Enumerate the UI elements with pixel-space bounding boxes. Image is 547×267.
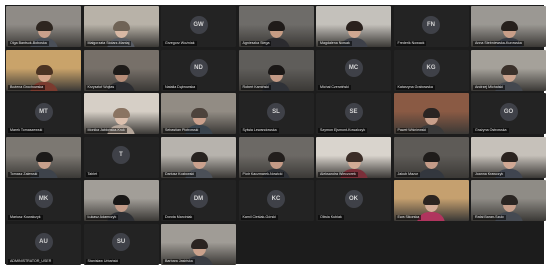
participant-tile[interactable]: Rafał Baran-Szulc xyxy=(471,180,546,221)
participant-tile[interactable]: Magdalena Nowak xyxy=(316,6,391,47)
participant-name-label: Joanna Krawczyk xyxy=(473,171,506,177)
participant-tile[interactable]: GO Grażyna Ostrowska xyxy=(471,93,546,134)
participant-tile[interactable]: Aleksandra Wieczorek xyxy=(316,136,391,178)
participant-name-label: Aleksandra Wieczorek xyxy=(318,171,358,177)
participant-initials-avatar: DM xyxy=(189,189,208,208)
participant-name-label: Ewa Sikorska xyxy=(395,215,422,220)
participant-initials-avatar: GW xyxy=(189,15,208,34)
participant-initials-avatar: OK xyxy=(344,189,363,208)
participant-tile[interactable]: Jakub Mazur xyxy=(393,136,469,178)
participant-initials-avatar: FN xyxy=(422,15,440,34)
participant-name-label: Grzegorz Woźniak xyxy=(163,41,197,46)
participant-name-label: Natalia Dąbrowska xyxy=(163,84,198,90)
participant-tile[interactable]: OK Oliwia Kubiak xyxy=(316,180,391,221)
participant-tile[interactable]: Bożena Grochowska xyxy=(6,49,81,91)
participant-tile[interactable]: Dariusz Kozłowski xyxy=(161,136,236,178)
participant-tile[interactable]: Monika Jabłońska-Kruk xyxy=(83,93,159,134)
participant-name-label: Tablet xyxy=(85,171,100,177)
participant-tile[interactable]: MC Michał Czerwiński xyxy=(316,49,391,91)
participant-tile[interactable]: Olga Bantsuk-Boboska xyxy=(6,6,81,47)
participant-name-label: Andrzej Michalski xyxy=(473,84,505,90)
participant-name-label: Marek Tomaszewski xyxy=(8,128,45,133)
participant-name-label: Mariusz Kowalczyk xyxy=(8,215,43,220)
participant-video-feed xyxy=(416,151,446,178)
participant-tile[interactable]: Barbara Jasińska xyxy=(161,223,236,265)
participant-tile[interactable]: Sebastian Piotrowski xyxy=(161,93,236,134)
participant-tile[interactable]: Łukasz Adamczyk xyxy=(83,180,159,221)
participant-name-label: Małgorzata Stolarz-Mantaj xyxy=(85,41,132,46)
participant-name-label: Piotr Kaczmarek-Nowicki xyxy=(240,171,285,177)
participant-initials-avatar: MK xyxy=(34,189,53,208)
participant-name-label: Robert Kamiński xyxy=(240,84,271,90)
participant-name-label: Oliwia Kubiak xyxy=(318,215,344,220)
participant-name-label: Paweł Wiśniewski xyxy=(395,128,429,133)
participant-tile[interactable]: ND Natalia Dąbrowska xyxy=(161,49,236,91)
participant-name-label: Sylwia Lewandowska xyxy=(240,128,279,133)
participant-name-label: Dariusz Kozłowski xyxy=(163,171,197,177)
participant-tile[interactable]: SL Sylwia Lewandowska xyxy=(238,93,314,134)
participant-initials-avatar: SL xyxy=(267,102,285,121)
participant-name-label: Bożena Grochowska xyxy=(8,84,46,90)
participant-name-label: Katarzyna Grabowska xyxy=(395,84,435,90)
participant-name-label: Rafał Baran-Szulc xyxy=(473,215,506,220)
participant-tile[interactable]: AU ADMINISTRATOR_USER xyxy=(6,223,81,265)
participant-tile[interactable]: MT Marek Tomaszewski xyxy=(6,93,81,134)
participant-tile[interactable]: MK Mariusz Kowalczyk xyxy=(6,180,81,221)
participant-initials-avatar: AU xyxy=(34,233,53,251)
participant-tile[interactable]: Ewa Sikorska xyxy=(393,180,469,221)
participant-name-label: Szymon Ejsmont-Kowalczyk xyxy=(318,128,368,133)
video-grid: Olga Bantsuk-Boboska Małgorzata Stolarz-M… xyxy=(5,5,546,265)
participant-initials-avatar: T xyxy=(112,146,130,164)
participant-initials-avatar: MC xyxy=(344,59,363,77)
participant-name-label: ADMINISTRATOR_USER xyxy=(8,258,54,264)
participant-name-label: Krzysztof Wojtas xyxy=(85,84,117,90)
participant-name-label: Magdalena Nowak xyxy=(318,41,352,46)
participant-tile[interactable]: GW Grzegorz Woźniak xyxy=(161,6,236,47)
participant-initials-avatar: GO xyxy=(499,102,518,121)
participant-tile[interactable]: KG Katarzyna Grabowska xyxy=(393,49,469,91)
participant-tile[interactable]: FN Frederik Nowack xyxy=(393,6,469,47)
participant-initials-avatar: SU xyxy=(112,233,130,251)
participant-name-label: Anna Stebniewska-Kurowska xyxy=(473,41,524,46)
participant-tile[interactable]: Tomasz Zalewski xyxy=(6,136,81,178)
participant-name-label: Barbara Jasińska xyxy=(163,258,195,264)
participant-tile[interactable]: Krzysztof Wojtas xyxy=(83,49,159,91)
participant-name-label: Jakub Mazur xyxy=(395,171,421,177)
participant-initials-avatar: MT xyxy=(34,102,53,121)
participant-initials-avatar: ND xyxy=(189,59,208,77)
participant-initials-avatar: KG xyxy=(422,59,440,77)
participant-tile[interactable]: Agnieszka Stega xyxy=(238,6,314,47)
participant-tile[interactable]: DM Dorota Marciniak xyxy=(161,180,236,221)
participant-tile[interactable]: SU Stanisław Urbański xyxy=(83,223,159,265)
participant-tile[interactable]: SE Szymon Ejsmont-Kowalczyk xyxy=(316,93,391,134)
participant-tile[interactable]: Piotr Kaczmarek-Nowicki xyxy=(238,136,314,178)
participant-tile[interactable]: T Tablet xyxy=(83,136,159,178)
participant-name-label: Frederik Nowack xyxy=(395,41,427,46)
participant-initials-avatar: SE xyxy=(344,102,363,121)
participant-name-label: Grażyna Ostrowska xyxy=(473,128,509,133)
participant-initials-avatar: KC xyxy=(267,189,285,208)
participant-name-label: Dorota Marciniak xyxy=(163,215,195,220)
participant-name-label: Michał Czerwiński xyxy=(318,84,351,90)
participant-tile[interactable]: Robert Kamiński xyxy=(238,49,314,91)
participant-name-label: Łukasz Adamczyk xyxy=(85,215,119,220)
participant-tile[interactable]: Joanna Krawczyk xyxy=(471,136,546,178)
participant-name-label: Sebastian Piotrowski xyxy=(163,128,201,133)
participant-name-label: Tomasz Zalewski xyxy=(8,171,40,177)
participant-name-label: Kamil Cieślak-Górski xyxy=(240,215,278,220)
participant-tile[interactable]: KC Kamil Cieślak-Górski xyxy=(238,180,314,221)
participant-tile[interactable]: Paweł Wiśniewski xyxy=(393,93,469,134)
participant-name-label: Agnieszka Stega xyxy=(240,41,272,46)
participant-name-label: Stanisław Urbański xyxy=(85,258,121,264)
participant-tile[interactable]: Andrzej Michalski xyxy=(471,49,546,91)
participant-tile[interactable]: Małgorzata Stolarz-Mantaj xyxy=(83,6,159,47)
participant-name-label: Olga Bantsuk-Boboska xyxy=(8,41,49,46)
participant-name-label: Monika Jabłońska-Kruk xyxy=(85,128,127,133)
participant-tile[interactable]: Anna Stebniewska-Kurowska xyxy=(471,6,546,47)
